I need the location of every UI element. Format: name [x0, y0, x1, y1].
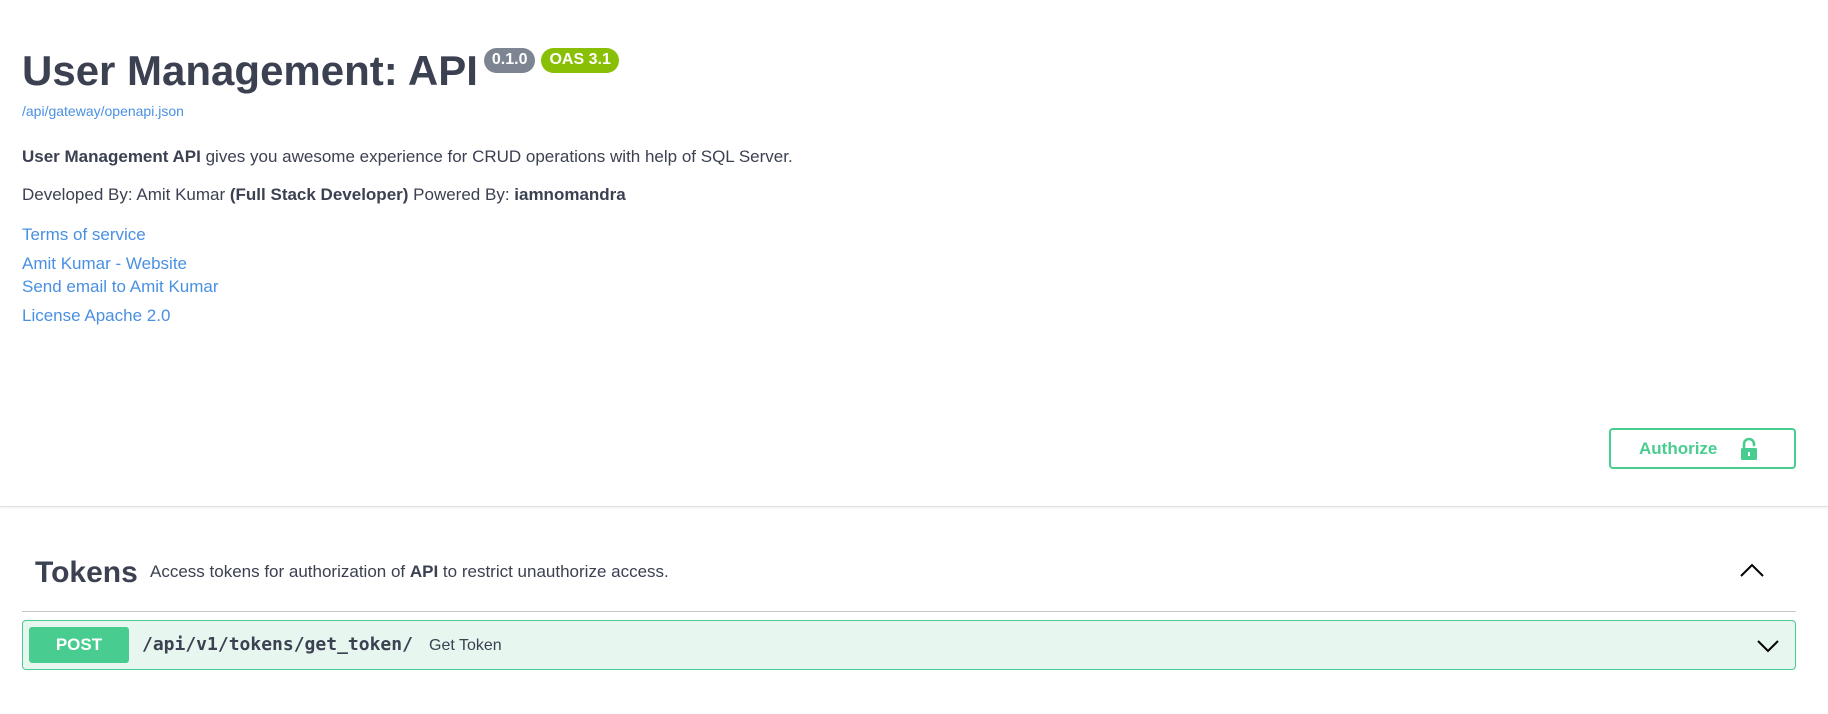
developer-credits: Developed By: Amit Kumar (Full Stack Dev… — [22, 184, 626, 206]
api-name-strong: User Management API — [22, 147, 201, 166]
authorize-label: Authorize — [1639, 438, 1718, 458]
http-method-badge: POST — [29, 627, 129, 663]
oas-version-badge: OAS 3.1 — [541, 48, 619, 73]
operation-post-get-token[interactable]: POST /api/v1/tokens/get_token/ Get Token — [22, 620, 1796, 670]
tag-section-header-tokens[interactable]: Tokens Access tokens for authorization o… — [22, 548, 1796, 612]
tag-description-api: API — [409, 562, 439, 581]
terms-of-service-link[interactable]: Terms of service — [22, 224, 146, 246]
tag-description: Access tokens for authorization of API t… — [150, 561, 669, 583]
tag-description-suffix: to restrict unauthorize access. — [438, 562, 669, 581]
operation-path: /api/v1/tokens/get_token/ — [142, 634, 413, 655]
developer-role: (Full Stack Developer) — [229, 185, 409, 204]
api-description: User Management API gives you awesome ex… — [22, 146, 793, 168]
contact-email-link[interactable]: Send email to Amit Kumar — [22, 276, 219, 298]
chevron-up-icon[interactable] — [1738, 556, 1766, 584]
lock-icon — [1741, 437, 1758, 460]
operation-summary: Get Token — [429, 637, 502, 654]
contact-website-link[interactable]: Amit Kumar - Website — [22, 253, 187, 275]
powered-by-label: Powered By: — [408, 185, 515, 204]
title-row: User Management: API 0.1.0 OAS 3.1 — [22, 44, 619, 98]
spec-url-link[interactable]: /api/gateway/openapi.json — [22, 103, 184, 119]
section-divider — [0, 506, 1828, 507]
tag-description-prefix: Access tokens for authorization of — [150, 562, 410, 581]
chevron-down-icon[interactable] — [1755, 633, 1781, 659]
license-link[interactable]: License Apache 2.0 — [22, 305, 170, 327]
authorize-button[interactable]: Authorize — [1609, 428, 1796, 469]
page-title: User Management: API — [22, 47, 478, 94]
api-description-text: gives you awesome experience for CRUD op… — [200, 147, 793, 166]
version-badge: 0.1.0 — [483, 48, 536, 73]
swagger-page: User Management: API 0.1.0 OAS 3.1 /api/… — [0, 0, 1828, 714]
powered-by-name: iamnomandra — [514, 185, 626, 204]
tag-name: Tokens — [35, 556, 138, 589]
developed-by-text: Developed By: Amit Kumar — [22, 185, 230, 204]
